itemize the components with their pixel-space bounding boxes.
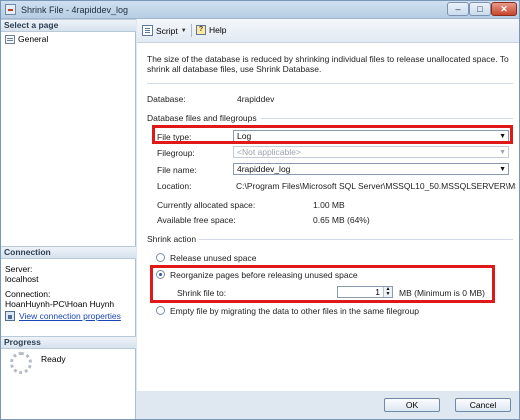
file-name-label: File name: <box>157 165 197 175</box>
page-item-label: General <box>18 34 49 44</box>
shrink-action-header: Shrink action <box>147 234 197 244</box>
script-label: Script <box>156 25 178 36</box>
connection-value: HoanHuynh-PC\Hoan Huynh <box>5 298 115 309</box>
help-button[interactable]: ? Help <box>196 25 226 35</box>
right-pane: Script ▼ ? Help The size of the database… <box>137 19 519 391</box>
empty-file-label[interactable]: Empty file by migrating the data to othe… <box>170 306 419 316</box>
toolbar: Script ▼ ? Help <box>137 19 519 43</box>
description-text: The size of the database is reduced by s… <box>147 54 509 74</box>
script-button[interactable]: Script ▼ <box>142 25 187 36</box>
left-pane: Select a page General Connection Server:… <box>1 19 136 419</box>
database-label: Database: <box>147 94 186 104</box>
progress-spinner-icon <box>10 352 32 374</box>
page-icon <box>5 34 15 44</box>
toolbar-separator <box>191 24 192 37</box>
chevron-down-icon[interactable]: ▼ <box>181 28 187 34</box>
database-value: 4rapiddev <box>237 94 275 104</box>
window-title: Shrink File - 4rapiddev_log <box>21 5 129 15</box>
filegroup-select: <Not applicable> ▼ <box>233 146 509 158</box>
server-value: localhost <box>5 273 39 284</box>
properties-icon <box>5 311 15 321</box>
view-connection-properties-link[interactable]: View connection properties <box>5 311 121 321</box>
connection-info: Server: localhost Connection: HoanHuynh-… <box>5 264 115 309</box>
files-section-header: Database files and filegroups <box>147 113 257 123</box>
chevron-down-icon: ▼ <box>499 149 506 156</box>
cancel-button[interactable]: Cancel <box>455 398 511 412</box>
progress-status: Ready <box>41 354 66 364</box>
script-icon <box>142 25 153 36</box>
title-bar[interactable]: Shrink File - 4rapiddev_log – □ ✕ <box>1 1 519 19</box>
help-icon: ? <box>196 25 206 35</box>
allocated-space-value: 1.00 MB <box>313 200 345 210</box>
reorganize-highlight-box <box>150 265 495 303</box>
location-label: Location: <box>157 181 192 191</box>
release-unused-radio[interactable] <box>156 253 165 262</box>
file-name-select[interactable]: 4rapiddev_log ▼ <box>233 163 509 175</box>
free-space-label: Available free space: <box>157 215 236 225</box>
ok-button[interactable]: OK <box>384 398 440 412</box>
allocated-space-label: Currently allocated space: <box>157 200 256 210</box>
connection-header: Connection <box>1 246 136 259</box>
divider <box>147 83 513 84</box>
filegroup-label: Filegroup: <box>157 148 195 158</box>
close-button[interactable]: ✕ <box>491 2 517 16</box>
app-icon <box>5 4 16 15</box>
filegroup-value: <Not applicable> <box>237 147 301 157</box>
empty-file-radio[interactable] <box>156 306 165 315</box>
progress-header: Progress <box>1 336 136 349</box>
page-item-general[interactable]: General <box>5 34 48 44</box>
section-divider <box>261 118 513 119</box>
file-type-highlight-box <box>152 125 513 144</box>
maximize-button[interactable]: □ <box>469 2 491 16</box>
minimize-button[interactable]: – <box>447 2 469 16</box>
view-connection-properties-label[interactable]: View connection properties <box>19 311 121 321</box>
release-unused-label[interactable]: Release unused space <box>170 253 256 263</box>
shrink-file-dialog: Shrink File - 4rapiddev_log – □ ✕ Select… <box>0 0 520 420</box>
file-name-value: 4rapiddev_log <box>237 164 291 174</box>
button-bar: OK Cancel <box>137 391 519 419</box>
chevron-down-icon[interactable]: ▼ <box>499 165 506 175</box>
select-page-header: Select a page <box>1 19 136 32</box>
free-space-value: 0.65 MB (64%) <box>313 215 370 225</box>
location-value: C:\Program Files\Microsoft SQL Server\MS… <box>236 181 516 191</box>
help-label: Help <box>209 25 227 35</box>
section-divider <box>199 239 513 240</box>
